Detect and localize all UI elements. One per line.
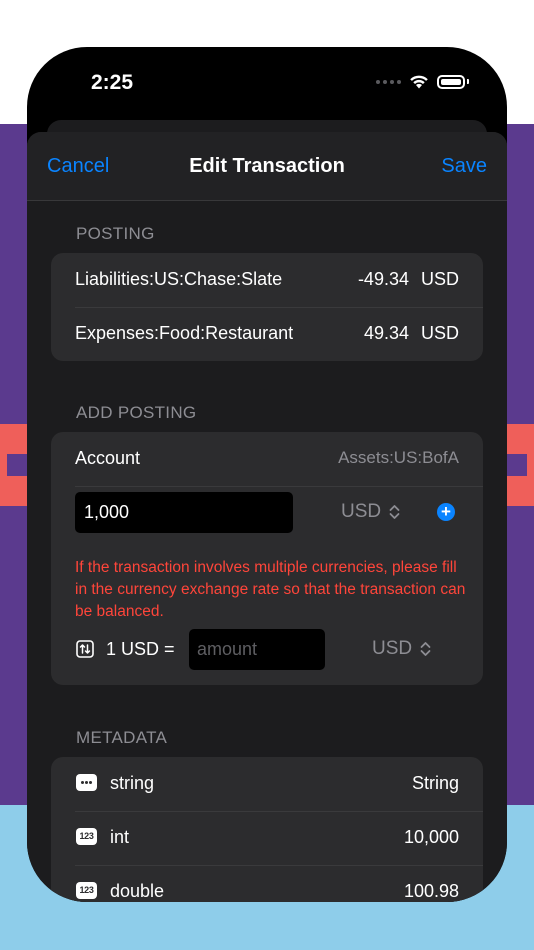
metadata-section-header: METADATA — [76, 728, 168, 747]
add-posting-form: Account Assets:US:BofA USD + If the tran… — [51, 432, 483, 685]
posting-currency: USD — [420, 323, 459, 343]
chevron-up-down-icon — [420, 641, 431, 657]
number-123-icon: 123 — [76, 828, 97, 845]
navigation-bar: Cancel Edit Transaction Save — [27, 132, 507, 201]
posting-currency: USD — [420, 269, 459, 289]
metadata-value: 100.98 — [403, 881, 459, 901]
metadata-key: double — [110, 881, 165, 901]
chevron-up-down-icon — [389, 504, 400, 520]
account-value: Assets:US:BofA — [338, 448, 459, 467]
account-picker-row[interactable]: Account Assets:US:BofA — [51, 432, 483, 486]
battery-icon — [437, 74, 465, 89]
save-button[interactable]: Save — [441, 155, 487, 178]
phone-frame: 2:25 Cancel Edit Transaction Save POSTIN… — [27, 47, 507, 902]
metadata-row[interactable]: 123 double 100.98 — [51, 865, 483, 902]
amount-input[interactable] — [75, 492, 293, 533]
metadata-key: int — [110, 827, 130, 847]
status-time: 2:25 — [91, 71, 134, 94]
status-icons — [376, 74, 469, 89]
rate-currency-value: USD — [372, 638, 413, 659]
cancel-button[interactable]: Cancel — [47, 155, 109, 178]
exchange-rate-icon — [76, 640, 94, 658]
posting-list: Liabilities:US:Chase:Slate -49.34 USD Exp… — [51, 253, 483, 361]
number-123-icon: 123 — [76, 882, 97, 899]
exchange-rate-input[interactable] — [189, 629, 325, 670]
amount-row: USD + — [51, 486, 483, 540]
posting-row[interactable]: Expenses:Food:Restaurant 49.34 USD — [51, 307, 483, 361]
currency-picker[interactable]: USD — [341, 501, 400, 523]
add-posting-icon[interactable]: + — [437, 503, 455, 521]
posting-account: Liabilities:US:Chase:Slate — [75, 269, 283, 289]
signal-icon — [376, 79, 401, 84]
posting-amount: -49.34 — [357, 269, 409, 289]
posting-row[interactable]: Liabilities:US:Chase:Slate -49.34 USD — [51, 253, 483, 307]
metadata-row[interactable]: 123 int 10,000 — [51, 811, 483, 865]
wifi-icon — [410, 75, 428, 89]
posting-section-header: POSTING — [76, 224, 155, 243]
currency-warning-text: If the transaction involves multiple cur… — [75, 559, 466, 620]
metadata-value: String — [411, 773, 459, 793]
metadata-list: string String 123 int 10,000 123 double … — [51, 757, 483, 902]
metadata-row[interactable]: string String — [51, 757, 483, 811]
ellipsis-icon — [76, 774, 97, 791]
exchange-rate-row: 1 USD = USD — [51, 628, 483, 672]
account-label: Account — [75, 448, 141, 468]
rate-currency-picker[interactable]: USD — [372, 638, 431, 660]
exchange-rate-label: 1 USD = — [106, 639, 175, 659]
metadata-value: 10,000 — [403, 827, 459, 847]
posting-amount: 49.34 — [363, 323, 409, 343]
background-red-bar-right — [507, 424, 534, 506]
currency-value: USD — [341, 501, 382, 522]
add-posting-section-header: ADD POSTING — [76, 403, 197, 422]
metadata-key: string — [110, 773, 155, 793]
posting-account: Expenses:Food:Restaurant — [75, 323, 294, 343]
edit-transaction-sheet: Cancel Edit Transaction Save POSTING Lia… — [27, 132, 507, 902]
background-red-bar-left — [0, 424, 27, 506]
